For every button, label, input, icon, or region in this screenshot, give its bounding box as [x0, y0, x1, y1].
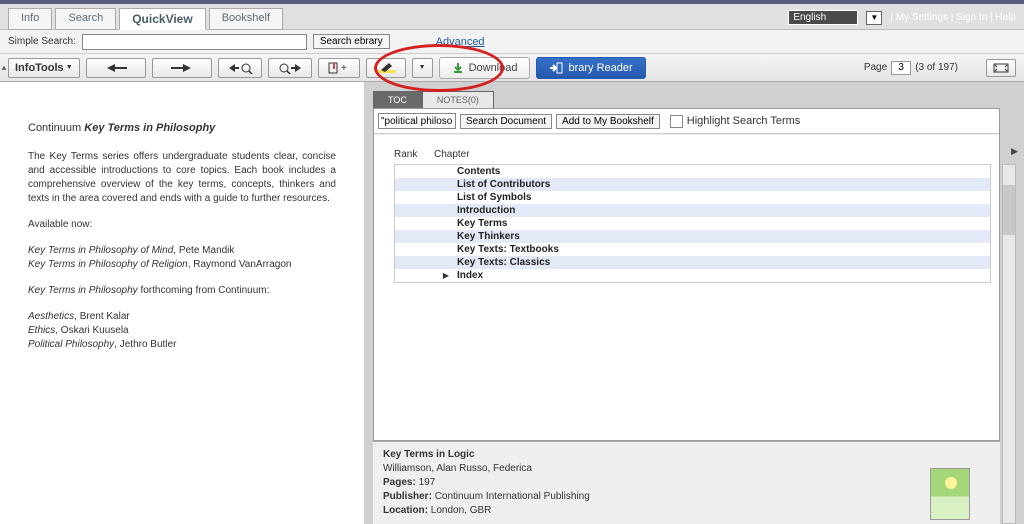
- simple-search-row: Simple Search: Search ebrary Advanced: [0, 30, 1024, 54]
- download-button[interactable]: Download: [439, 57, 531, 79]
- search-ebrary-button[interactable]: Search ebrary: [313, 34, 390, 49]
- download-icon: [452, 62, 464, 74]
- language-dropdown-icon[interactable]: ▼: [866, 11, 882, 25]
- toc-row[interactable]: Key Thinkers: [395, 230, 990, 243]
- highlight-terms-label: Highlight Search Terms: [687, 115, 801, 127]
- toc-row[interactable]: Key Texts: Classics: [395, 256, 990, 269]
- page-label: Page: [864, 62, 887, 73]
- toolbar: ▲ InfoTools▼ + ▼ Download brary Reader P…: [0, 54, 1024, 82]
- toc-row[interactable]: Key Texts: Textbooks: [395, 243, 990, 256]
- header-links: | My Settings | Sign In | Help: [890, 12, 1016, 23]
- search-input[interactable]: [82, 34, 307, 50]
- bookmark-button[interactable]: +: [318, 58, 360, 78]
- prev-page-button[interactable]: [86, 58, 146, 78]
- toc-row[interactable]: Introduction: [395, 204, 990, 217]
- book-authors: Williamson, Alan Russo, Federica: [383, 462, 990, 476]
- document-search-input[interactable]: [378, 113, 456, 129]
- language-select[interactable]: English: [788, 10, 858, 25]
- toc-list: Contents List of Contributors List of Sy…: [394, 164, 991, 283]
- help-link[interactable]: Help: [995, 12, 1016, 23]
- header-bar: Info Search QuickView Bookshelf English …: [0, 4, 1024, 30]
- rank-header: Rank: [394, 149, 434, 160]
- tab-quickview[interactable]: QuickView: [119, 8, 205, 30]
- book-list: Key Terms in Philosophy of Mind, Pete Ma…: [28, 244, 336, 272]
- fullscreen-button[interactable]: [986, 59, 1016, 77]
- book-thumbnail[interactable]: [930, 468, 970, 520]
- book-title: Key Terms in Logic: [383, 448, 990, 462]
- toc-row[interactable]: ▶Index: [395, 269, 990, 282]
- ebrary-reader-button[interactable]: brary Reader: [536, 57, 645, 79]
- svg-text:+: +: [341, 63, 347, 74]
- highlight-terms-checkbox[interactable]: [670, 115, 683, 128]
- page-total: (3 of 197): [915, 62, 958, 73]
- available-now-label: Available now:: [28, 218, 336, 232]
- toc-row[interactable]: List of Contributors: [395, 178, 990, 191]
- main-tabs: Info Search QuickView Bookshelf: [8, 8, 283, 30]
- series-title: Continuum Key Terms in Philosophy: [28, 122, 336, 134]
- tab-info[interactable]: Info: [8, 8, 52, 30]
- series-description: The Key Terms series offers undergraduat…: [28, 150, 336, 206]
- forthcoming-list: Aesthetics, Brent Kalar Ethics, Oskari K…: [28, 310, 336, 352]
- add-to-bookshelf-button[interactable]: Add to My Bookshelf: [556, 114, 660, 129]
- toc-tab[interactable]: TOC: [373, 91, 422, 108]
- reader-icon: [549, 62, 563, 74]
- notes-tab[interactable]: NOTES(0): [422, 91, 494, 108]
- dropdown-button[interactable]: ▼: [412, 58, 433, 78]
- scrollbar[interactable]: [1002, 164, 1016, 524]
- search-label: Simple Search:: [8, 36, 76, 47]
- tab-bookshelf[interactable]: Bookshelf: [209, 8, 283, 30]
- my-settings-link[interactable]: My Settings: [896, 12, 948, 23]
- document-search-row: Search Document Add to My Bookshelf High…: [374, 109, 999, 134]
- collapse-icon[interactable]: ▲: [0, 63, 8, 72]
- toc-pane: ▶ TOC NOTES(0) Search Document Add to My…: [365, 82, 1024, 524]
- next-page-button[interactable]: [152, 58, 212, 78]
- toc-row[interactable]: List of Symbols: [395, 191, 990, 204]
- chapter-header: Chapter: [434, 149, 470, 160]
- page-number-input[interactable]: [891, 61, 911, 75]
- forthcoming-label: Key Terms in Philosophy forthcoming from…: [28, 284, 336, 298]
- search-document-button[interactable]: Search Document: [460, 114, 552, 129]
- infotools-button[interactable]: InfoTools▼: [8, 58, 80, 78]
- toc-row[interactable]: Contents: [395, 165, 990, 178]
- highlight-button[interactable]: [366, 58, 406, 78]
- zoom-in-button[interactable]: [268, 58, 312, 78]
- document-page: Continuum Key Terms in Philosophy The Ke…: [0, 82, 365, 524]
- zoom-out-button[interactable]: [218, 58, 262, 78]
- advanced-search-link[interactable]: Advanced: [436, 36, 485, 48]
- expand-icon[interactable]: ▶: [1011, 146, 1018, 157]
- book-metadata: Key Terms in Logic Williamson, Alan Russ…: [373, 441, 1000, 524]
- toc-row[interactable]: Key Terms: [395, 217, 990, 230]
- tab-search[interactable]: Search: [55, 8, 116, 30]
- sign-in-link[interactable]: Sign In: [956, 12, 987, 23]
